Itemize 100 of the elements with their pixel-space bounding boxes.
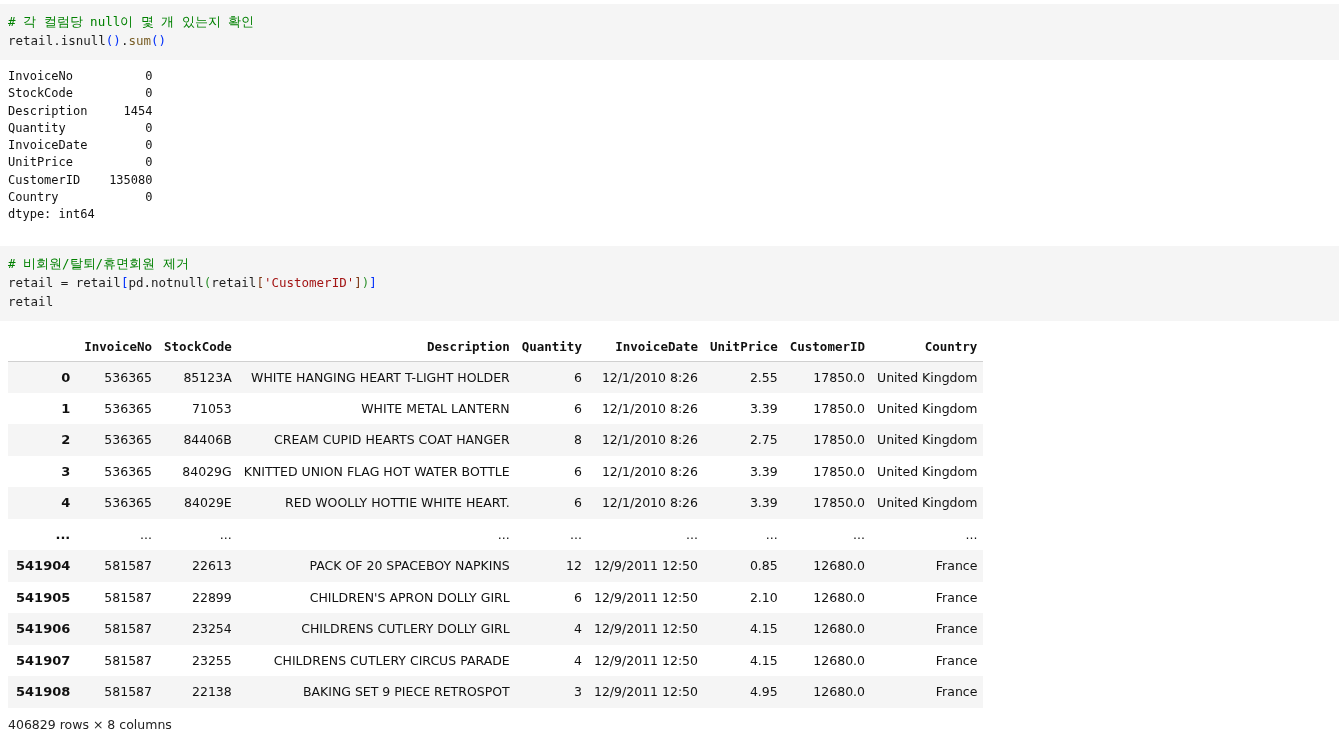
output-line: UnitPrice 0 bbox=[8, 154, 154, 172]
table-cell: France bbox=[871, 550, 984, 582]
table-cell: CHILDRENS CUTLERY CIRCUS PARADE bbox=[237, 644, 516, 677]
table-cell: United Kingdom bbox=[871, 424, 984, 456]
table-cell: ... bbox=[515, 518, 588, 551]
row-index: 3 bbox=[8, 455, 79, 488]
table-cell: 536365 bbox=[78, 487, 158, 519]
table-cell: 581587 bbox=[78, 581, 158, 614]
table-cell: 8 bbox=[515, 424, 588, 456]
table-cell: 17850.0 bbox=[783, 392, 872, 425]
code-line: retail bbox=[8, 292, 55, 311]
column-header: Description bbox=[237, 332, 516, 362]
table-cell: 84029G bbox=[158, 455, 238, 488]
table-cell: BAKING SET 9 PIECE RETROSPOT bbox=[237, 676, 516, 708]
table-cell: 12680.0 bbox=[783, 550, 872, 582]
row-index: 541907 bbox=[8, 644, 79, 677]
table-cell: France bbox=[871, 581, 984, 614]
table-cell: PACK OF 20 SPACEBOY NAPKINS bbox=[237, 550, 516, 582]
table-cell: CREAM CUPID HEARTS COAT HANGER bbox=[237, 424, 516, 456]
column-header: UnitPrice bbox=[704, 332, 784, 362]
table-cell: 12/9/2011 12:50 bbox=[587, 550, 705, 582]
table-cell: 6 bbox=[515, 361, 588, 393]
table-cell: 12/9/2011 12:50 bbox=[587, 613, 705, 645]
table-cell: 85123A bbox=[158, 361, 238, 393]
table-cell: 3.39 bbox=[704, 455, 784, 488]
table-cell: 581587 bbox=[78, 644, 158, 677]
table-cell: 581587 bbox=[78, 550, 158, 582]
row-index: 2 bbox=[8, 424, 79, 456]
table-cell: 6 bbox=[515, 487, 588, 519]
table-cell: 581587 bbox=[78, 613, 158, 645]
row-index: 541906 bbox=[8, 613, 79, 645]
table-cell: 6 bbox=[515, 392, 588, 425]
table-cell: France bbox=[871, 613, 984, 645]
table-cell: 12/1/2010 8:26 bbox=[587, 392, 705, 425]
table-cell: 23254 bbox=[158, 613, 238, 645]
table-cell: 12680.0 bbox=[783, 676, 872, 708]
table-cell: 3 bbox=[515, 676, 588, 708]
row-index: 4 bbox=[8, 487, 79, 519]
table-cell: 2.10 bbox=[704, 581, 784, 614]
table-cell: 6 bbox=[515, 581, 588, 614]
table-cell: 17850.0 bbox=[783, 424, 872, 456]
code-cell[interactable]: # 각 컬럼당 null이 몇 개 있는지 확인 retail.isnull().sum() bbox=[0, 4, 1339, 60]
table-cell: ... bbox=[704, 518, 784, 551]
table-cell: CHILDRENS CUTLERY DOLLY GIRL bbox=[237, 613, 516, 645]
table-cell: 536365 bbox=[78, 361, 158, 393]
table-cell: 581587 bbox=[78, 676, 158, 708]
table-shape-text: 406829 rows × 8 columns bbox=[8, 716, 172, 732]
table-cell: 12 bbox=[515, 550, 588, 582]
table-cell: 6 bbox=[515, 455, 588, 488]
column-header: StockCode bbox=[158, 332, 238, 362]
table-cell: United Kingdom bbox=[871, 487, 984, 519]
table-cell: ... bbox=[158, 518, 238, 551]
output-line: Quantity 0 bbox=[8, 119, 154, 137]
table-cell: 536365 bbox=[78, 392, 158, 425]
column-header: Quantity bbox=[515, 332, 588, 362]
table-cell: ... bbox=[237, 518, 516, 551]
table-cell: ... bbox=[587, 518, 705, 551]
output-line: dtype: int64 bbox=[8, 206, 96, 224]
table-cell: 12/9/2011 12:50 bbox=[587, 644, 705, 677]
table-cell: 536365 bbox=[78, 424, 158, 456]
table-cell: 4.95 bbox=[704, 676, 784, 708]
table-cell: 23255 bbox=[158, 644, 238, 677]
table-cell: 12/1/2010 8:26 bbox=[587, 424, 705, 456]
table-cell: WHITE METAL LANTERN bbox=[237, 392, 516, 425]
table-cell: ... bbox=[783, 518, 872, 551]
table-cell: ... bbox=[78, 518, 158, 551]
row-index: 541905 bbox=[8, 581, 79, 614]
table-cell: 84406B bbox=[158, 424, 238, 456]
table-cell: United Kingdom bbox=[871, 392, 984, 425]
row-index: 541904 bbox=[8, 550, 79, 582]
table-cell: 12/1/2010 8:26 bbox=[587, 455, 705, 488]
table-cell: 12680.0 bbox=[783, 581, 872, 614]
table-cell: 22138 bbox=[158, 676, 238, 708]
code-line: # 비회원/탈퇴/휴면회원 제거 bbox=[8, 254, 190, 273]
table-cell: 4 bbox=[515, 644, 588, 677]
table-cell: 2.75 bbox=[704, 424, 784, 456]
table-cell: 12/9/2011 12:50 bbox=[587, 581, 705, 614]
table-cell: 2.55 bbox=[704, 361, 784, 393]
code-line: retail.isnull().sum() bbox=[8, 32, 168, 50]
table-cell: 12/9/2011 12:50 bbox=[587, 676, 705, 708]
table-cell: United Kingdom bbox=[871, 361, 984, 393]
table-cell: 12680.0 bbox=[783, 613, 872, 645]
table-cell: France bbox=[871, 644, 984, 677]
table-cell: 4.15 bbox=[704, 644, 784, 677]
table-cell: RED WOOLLY HOTTIE WHITE HEART. bbox=[237, 487, 516, 519]
table-cell: 17850.0 bbox=[783, 361, 872, 393]
code-cell[interactable]: # 비회원/탈퇴/휴면회원 제거 retail = retail[pd.notnull(retail['CustomerID'])] retail bbox=[0, 245, 1339, 321]
output-line: CustomerID 135080 bbox=[8, 171, 154, 189]
row-index: 1 bbox=[8, 392, 79, 425]
table-cell: France bbox=[871, 676, 984, 708]
output-line: Country 0 bbox=[8, 189, 154, 207]
output-line: Description 1454 bbox=[8, 102, 154, 120]
table-cell: 0.85 bbox=[704, 550, 784, 582]
table-cell: 12/1/2010 8:26 bbox=[587, 487, 705, 519]
column-header: InvoiceNo bbox=[78, 332, 158, 362]
row-index: 0 bbox=[8, 361, 79, 393]
table-cell: 17850.0 bbox=[783, 487, 872, 519]
output-line: InvoiceDate 0 bbox=[8, 137, 154, 155]
table-cell: 4.15 bbox=[704, 613, 784, 645]
table-cell: 3.39 bbox=[704, 392, 784, 425]
